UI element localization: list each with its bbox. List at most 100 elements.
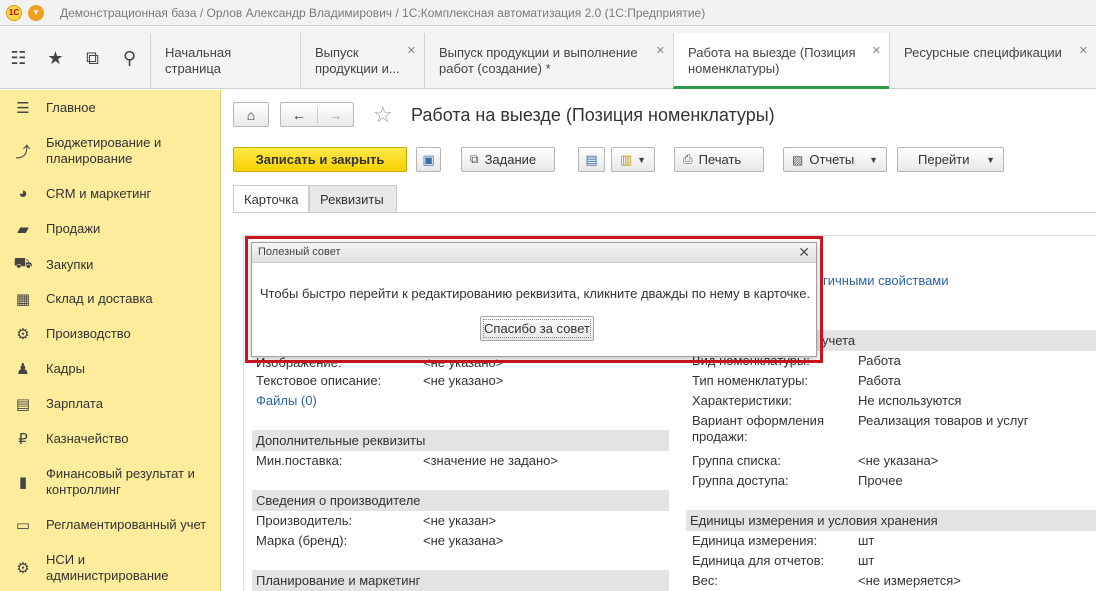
- tab-production-create[interactable]: Выпуск продукции и выполнение работ (соз…: [424, 33, 673, 89]
- sales-icon: ▰: [17, 221, 29, 238]
- report-unit-value[interactable]: шт: [858, 553, 874, 569]
- dialog-message: Чтобы быстро перейти к редактированию ре…: [259, 286, 811, 301]
- section-planning: Планирование и маркетинг: [252, 570, 669, 591]
- goto-label: Перейти: [918, 152, 970, 167]
- search-icon[interactable]: ⚲: [111, 48, 148, 69]
- document-icon: ▥: [620, 151, 633, 167]
- sidebar-item-label: НСИ и администрирование: [46, 552, 169, 583]
- sidebar-item-salary[interactable]: ▤ Зарплата: [0, 395, 221, 413]
- sidebar-item-crm[interactable]: ◕ CRM и маркетинг: [0, 185, 221, 202]
- report-icon: ▨: [792, 152, 804, 167]
- close-icon[interactable]: ✕: [656, 43, 665, 59]
- similar-properties-link[interactable]: гичными свойствами: [823, 273, 949, 288]
- sidebar-item-sales[interactable]: ▰ Продажи: [0, 220, 221, 238]
- sidebar-item-label: Закупки: [46, 256, 94, 272]
- tab-divider: [233, 212, 1096, 213]
- sidebar-item-label: Бюджетирование и планирование: [46, 135, 162, 166]
- sidebar-item-label: Казначейство: [46, 431, 129, 446]
- tab-bar: ☷ ★ ⧉ ⚲ Начальная страница Выпуск продук…: [0, 27, 1096, 89]
- sale-variant-value[interactable]: Реализация товаров и услуг: [858, 413, 1029, 429]
- unit-label: Единица измерения:: [692, 533, 818, 548]
- save-button[interactable]: ▣: [416, 147, 441, 172]
- dialog-title: Полезный совет: [258, 246, 341, 258]
- characteristics-value[interactable]: Не используются: [858, 393, 961, 409]
- goto-button[interactable]: Перейти ▼: [897, 147, 1004, 172]
- brand-label: Марка (бренд):: [256, 533, 348, 548]
- highlight-frame: Полезный совет ✕ Чтобы быстро перейти к …: [245, 236, 823, 363]
- save-close-button[interactable]: Записать и закрыть: [233, 147, 407, 172]
- sidebar-item-warehouse[interactable]: ▦ Склад и доставка: [0, 290, 221, 308]
- min-supply-label: Мин.поставка:: [256, 453, 343, 468]
- access-group-value[interactable]: Прочее: [858, 473, 903, 489]
- close-icon[interactable]: ✕: [798, 244, 810, 261]
- budget-icon: ⤴: [15, 143, 31, 161]
- menu-icon: ☰: [16, 100, 30, 117]
- sidebar-item-regulated[interactable]: ▭ Регламентированный учет: [0, 516, 221, 534]
- sidebar-item-admin[interactable]: ⚙ НСИ и администрирование: [0, 552, 221, 584]
- quick-icons: ☷ ★ ⧉ ⚲: [0, 27, 150, 89]
- report-unit-label: Единица для отчетов:: [692, 553, 825, 568]
- sidebar-item-main[interactable]: ☰ Главное: [0, 99, 221, 117]
- main-menu-icon[interactable]: ▾: [28, 4, 44, 21]
- close-icon[interactable]: ✕: [1079, 43, 1088, 59]
- salary-icon: ▤: [15, 396, 31, 413]
- create-based-button[interactable]: ▥ ▼: [611, 147, 655, 172]
- reports-button[interactable]: ▨ Отчеты ▼: [783, 147, 887, 172]
- home-button[interactable]: ⌂: [233, 102, 269, 127]
- title-bar: 1С ▾ Демонстрационная база / Орлов Алекс…: [0, 0, 1096, 26]
- nomenclature-kind-value[interactable]: Работа: [858, 353, 901, 369]
- list-group-value[interactable]: <не указана>: [858, 453, 938, 469]
- print-button[interactable]: ⎙ Печать: [674, 147, 764, 172]
- nomenclature-type-value[interactable]: Работа: [858, 373, 901, 389]
- favorite-star-icon[interactable]: ☆: [373, 102, 393, 128]
- tab-requisites[interactable]: Реквизиты: [309, 185, 397, 213]
- task-button[interactable]: ⧉ Задание: [461, 147, 555, 172]
- sidebar-item-production[interactable]: ⚙ Производство: [0, 325, 221, 343]
- tab-home[interactable]: Начальная страница: [150, 33, 300, 89]
- thanks-button[interactable]: Спасибо за совет: [480, 316, 594, 341]
- tab-production[interactable]: Выпуск продукции и... ✕: [300, 33, 424, 89]
- printer-icon: ⎙: [683, 152, 693, 166]
- dialog-header: Полезный совет ✕: [252, 243, 816, 263]
- star-icon[interactable]: ★: [37, 48, 74, 69]
- files-link[interactable]: Файлы (0): [256, 393, 317, 408]
- settings-icon: ⚙: [16, 560, 30, 577]
- min-supply-value[interactable]: <значение не задано>: [423, 453, 558, 469]
- grid-icon[interactable]: ☷: [0, 48, 37, 69]
- tab-label: Начальная страница: [165, 45, 232, 76]
- chevron-down-icon: ▼: [637, 154, 646, 165]
- forward-arrow-icon[interactable]: →: [316, 106, 353, 123]
- sidebar-item-purchases[interactable]: ⛟ Закупки: [0, 255, 221, 274]
- brand-value[interactable]: <не указана>: [423, 533, 503, 549]
- task-label: Задание: [484, 152, 537, 167]
- text-description-value[interactable]: <не указано>: [423, 373, 503, 389]
- tab-field-work[interactable]: Работа на выезде (Позиция номенклатуры) …: [673, 33, 889, 89]
- tab-resource-specs[interactable]: Ресурсные спецификации ✕: [889, 33, 1096, 89]
- close-icon[interactable]: ✕: [407, 43, 416, 59]
- home-icon: ⌂: [246, 106, 256, 123]
- manufacturer-value[interactable]: <не указан>: [423, 513, 496, 529]
- sidebar-item-finance[interactable]: ▮ Финансовый результат и контроллинг: [0, 466, 221, 498]
- reports-label: Отчеты: [809, 152, 855, 167]
- history-icon[interactable]: ⧉: [74, 48, 111, 69]
- unit-value[interactable]: шт: [858, 533, 874, 549]
- sidebar-item-treasury[interactable]: ₽ Казначейство: [0, 430, 221, 448]
- tab-label: Ресурсные спецификации: [904, 45, 1062, 60]
- factory-icon: ⚙: [16, 326, 30, 343]
- access-group-label: Группа доступа:: [692, 473, 789, 488]
- tab-card[interactable]: Карточка: [233, 185, 309, 213]
- sidebar-item-budget[interactable]: ⤴ Бюджетирование и планирование: [0, 135, 221, 167]
- list-button[interactable]: ▤: [578, 147, 605, 172]
- history-nav: ← →: [280, 102, 354, 127]
- tab-label: Выпуск продукции и...: [315, 45, 400, 76]
- cart-icon: ⛟: [13, 255, 33, 272]
- section-manufacturer: Сведения о производителе: [252, 490, 669, 511]
- characteristics-label: Характеристики:: [692, 393, 793, 408]
- sidebar-item-hr[interactable]: ♟ Кадры: [0, 360, 221, 378]
- close-icon[interactable]: ✕: [872, 43, 881, 59]
- weight-value[interactable]: <не измеряется>: [858, 573, 961, 589]
- back-arrow-icon[interactable]: ←: [281, 107, 317, 123]
- sidebar-item-label: Регламентированный учет: [46, 517, 207, 532]
- warehouse-icon: ▦: [15, 291, 31, 308]
- chevron-down-icon: ▼: [869, 154, 878, 165]
